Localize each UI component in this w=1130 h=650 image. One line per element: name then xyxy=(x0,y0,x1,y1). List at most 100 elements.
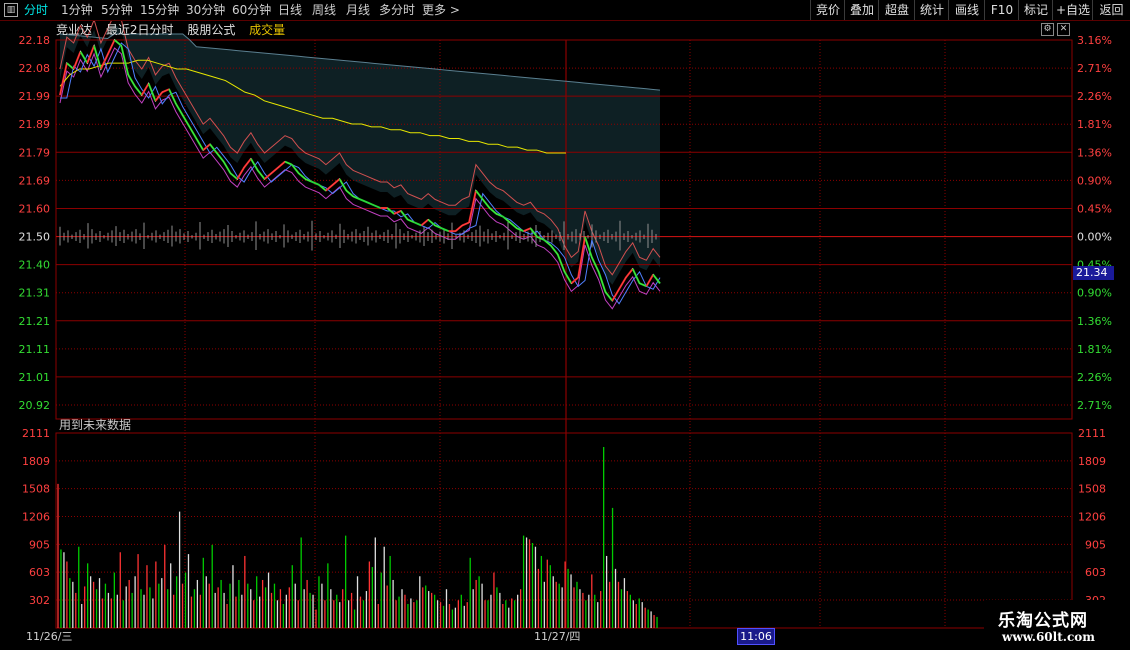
price-axis-label: 21.50 xyxy=(19,231,51,244)
price-axis-label: 21.89 xyxy=(19,118,51,131)
tab-30min[interactable]: 30分钟 xyxy=(186,2,225,18)
overlay-button[interactable]: 叠加 xyxy=(844,0,879,20)
cursor-time-label: 11:06 xyxy=(737,628,775,645)
percent-axis-label: 2.71% xyxy=(1077,399,1112,412)
down-segment xyxy=(297,172,307,180)
panel-toggle-icon[interactable]: ▥ xyxy=(4,3,18,17)
price-axis-label: 22.08 xyxy=(19,62,51,75)
up-segment xyxy=(202,143,211,151)
volume-label: 成交量 xyxy=(249,23,286,37)
period-toolbar: ▥ 分时 1分钟 5分钟 15分钟 30分钟 60分钟 日线 周线 月线 多分时… xyxy=(0,0,1130,21)
tab-monthly[interactable]: 月线 xyxy=(346,2,370,18)
volume-axis-label: 2111 xyxy=(22,427,50,440)
volume-axis-label-right: 1508 xyxy=(1078,483,1106,496)
current-price-tag: 21.34 xyxy=(1073,266,1114,280)
price-axis-label: 21.79 xyxy=(19,146,51,159)
down-segment xyxy=(147,83,157,102)
date-label-day2: 11/27/四 xyxy=(534,630,581,643)
volume-axis-label-right: 1206 xyxy=(1078,511,1106,524)
add-watchlist-button[interactable]: +自选 xyxy=(1052,0,1093,20)
mark-button[interactable]: 标记 xyxy=(1018,0,1053,20)
price-axis-label: 21.21 xyxy=(19,315,51,328)
up-segment xyxy=(325,184,334,192)
period-label: 最近2日分时 xyxy=(105,23,174,37)
up-segment xyxy=(625,268,634,279)
percent-axis-label: 2.26% xyxy=(1077,90,1112,103)
up-segment xyxy=(454,224,463,232)
stock-name: 竞业达 xyxy=(56,23,93,37)
settings-icon[interactable]: ⚙ xyxy=(1041,23,1054,36)
f10-button[interactable]: F10 xyxy=(984,0,1019,20)
volume-axis-label-right: 905 xyxy=(1085,538,1106,551)
tab-daily[interactable]: 日线 xyxy=(278,2,302,18)
price-axis-label: 21.69 xyxy=(19,174,51,187)
price-axis-label: 21.31 xyxy=(19,287,51,300)
down-segment xyxy=(556,253,566,273)
percent-axis-label: 1.81% xyxy=(1077,118,1112,131)
up-segment xyxy=(420,218,429,227)
watermark: 乐淘公式网 www.60lt.com xyxy=(984,600,1130,650)
down-segment xyxy=(311,181,320,186)
up-segment xyxy=(332,178,341,186)
down-segment xyxy=(400,210,409,221)
price-axis-label: 21.60 xyxy=(19,202,51,215)
price-axis-label: 22.18 xyxy=(19,34,51,47)
draw-line-button[interactable]: 画线 xyxy=(948,0,985,20)
up-segment xyxy=(277,160,286,169)
down-segment xyxy=(631,268,641,284)
percent-axis-label: 3.16% xyxy=(1077,34,1112,47)
statistics-button[interactable]: 统计 xyxy=(914,0,949,20)
up-segment xyxy=(570,276,579,285)
down-segment xyxy=(352,195,361,201)
percent-axis-label: 1.36% xyxy=(1077,146,1112,159)
percent-axis-label: 0.90% xyxy=(1077,174,1112,187)
down-segment xyxy=(516,227,525,233)
tab-60min[interactable]: 60分钟 xyxy=(232,2,271,18)
down-segment xyxy=(495,212,504,218)
tab-more[interactable]: 更多 > xyxy=(422,2,460,18)
price-axis-label: 20.92 xyxy=(19,399,51,412)
volume-axis-label: 1809 xyxy=(22,455,50,468)
back-button[interactable]: 返回 xyxy=(1092,0,1130,20)
up-segment xyxy=(461,221,470,227)
price-axis-label: 21.11 xyxy=(19,343,51,356)
volume-frame xyxy=(55,432,1073,629)
down-segment xyxy=(284,160,293,166)
tab-weekly[interactable]: 周线 xyxy=(312,2,336,18)
percent-axis-label: 1.81% xyxy=(1077,343,1112,356)
cloud-area xyxy=(60,24,660,285)
percent-axis-label: 0.00% xyxy=(1077,231,1112,244)
down-segment xyxy=(113,39,123,47)
tab-intraday[interactable]: 分时 xyxy=(24,2,48,18)
percent-axis-label: 2.26% xyxy=(1077,371,1112,384)
volume-axis-label-right: 1809 xyxy=(1078,455,1106,468)
down-segment xyxy=(550,245,559,255)
down-segment xyxy=(475,190,484,200)
down-segment xyxy=(373,204,381,209)
percent-axis-label: 0.45% xyxy=(1077,202,1112,215)
super-board-button[interactable]: 超盘 xyxy=(878,0,915,20)
watermark-title: 乐淘公式网 xyxy=(998,611,1088,631)
up-segment xyxy=(523,227,531,233)
watermark-url: www.60lt.com xyxy=(1002,630,1095,644)
tab-15min[interactable]: 15分钟 xyxy=(140,2,179,18)
down-segment xyxy=(66,62,75,70)
down-segment xyxy=(441,227,450,233)
down-segment xyxy=(509,221,518,230)
down-segment xyxy=(536,236,545,241)
tab-1min[interactable]: 1分钟 xyxy=(61,2,93,18)
percent-axis-label: 1.36% xyxy=(1077,315,1112,328)
up-segment xyxy=(106,39,116,55)
down-segment xyxy=(414,221,422,227)
tab-5min[interactable]: 5分钟 xyxy=(101,2,133,18)
volume-axis-label: 905 xyxy=(29,538,50,551)
price-axis-label: 21.01 xyxy=(19,371,51,384)
up-segment xyxy=(243,158,252,169)
chart-info-bar: 竞业达 最近2日分时 股朋公式 成交量 xyxy=(56,22,295,38)
cloud-band xyxy=(60,24,660,285)
auction-button[interactable]: 竞价 xyxy=(810,0,845,20)
tab-multi-intraday[interactable]: 多分时 xyxy=(379,2,415,18)
price-axis-label: 21.99 xyxy=(19,90,51,103)
volume-axis-label: 1206 xyxy=(22,511,50,524)
close-icon[interactable]: ✕ xyxy=(1057,23,1070,36)
